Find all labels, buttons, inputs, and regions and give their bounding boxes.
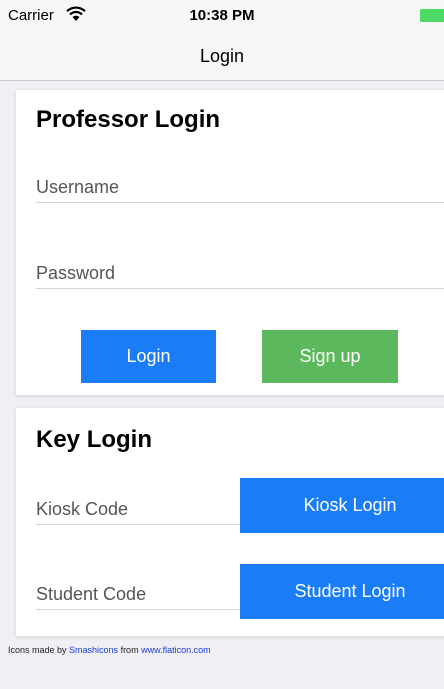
student-login-button[interactable]: Student Login bbox=[240, 564, 444, 619]
status-bar: Carrier 10:38 PM bbox=[0, 0, 444, 34]
student-code-field bbox=[36, 579, 240, 610]
flaticon-link[interactable]: www.flaticon.com bbox=[141, 645, 211, 655]
key-login-card: Key Login Kiosk Login Student Login bbox=[16, 408, 444, 636]
password-field bbox=[36, 258, 444, 289]
battery-icon bbox=[420, 9, 444, 22]
signup-button[interactable]: Sign up bbox=[262, 330, 398, 383]
password-input[interactable] bbox=[36, 258, 444, 288]
key-login-title: Key Login bbox=[36, 426, 153, 453]
login-button[interactable]: Login bbox=[81, 330, 216, 383]
nav-title: Login bbox=[199, 46, 245, 66]
kiosk-code-input[interactable] bbox=[36, 494, 240, 524]
username-field bbox=[36, 172, 444, 203]
navigation-bar: Login bbox=[0, 34, 444, 81]
smashicons-link[interactable]: Smashicons bbox=[69, 645, 118, 655]
username-input[interactable] bbox=[36, 172, 444, 202]
professor-login-title: Professor Login bbox=[36, 106, 221, 133]
attribution-prefix: Icons made by bbox=[8, 645, 70, 655]
kiosk-code-field bbox=[36, 494, 240, 525]
attribution-middle: from bbox=[118, 645, 142, 655]
professor-login-card: Professor Login Login Sign up bbox=[16, 90, 444, 395]
icon-attribution: Icons made by Smashicons from www.flatic… bbox=[8, 645, 211, 655]
kiosk-login-button[interactable]: Kiosk Login bbox=[240, 478, 444, 533]
status-time: 10:38 PM bbox=[189, 7, 255, 24]
student-code-input[interactable] bbox=[36, 579, 240, 609]
